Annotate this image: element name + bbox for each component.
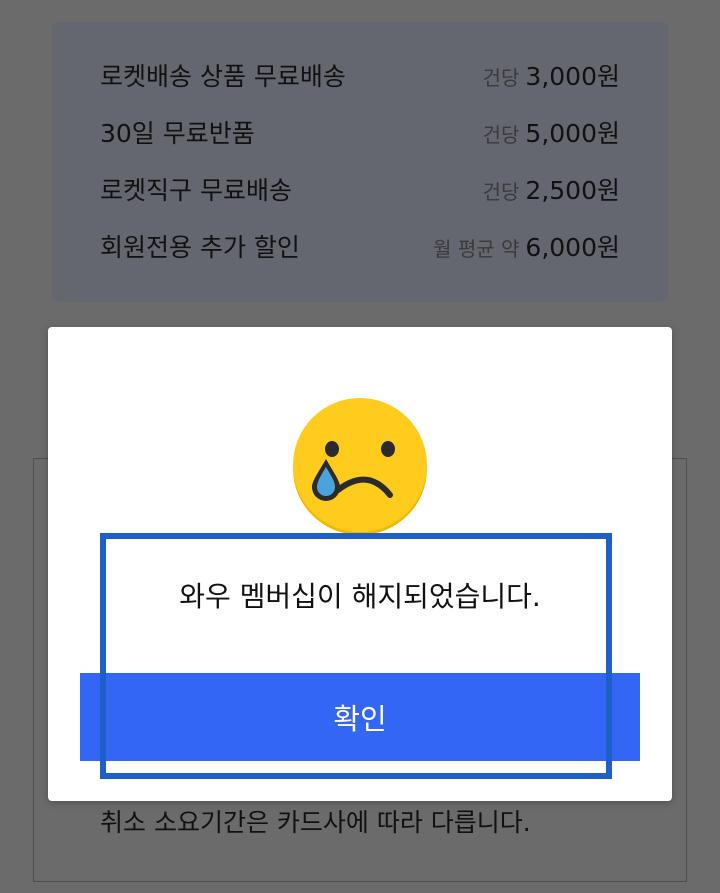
benefit-row: 30일 무료반품 건당 5,000원 xyxy=(100,112,620,152)
benefit-value: 건당 2,500원 xyxy=(483,171,620,207)
benefit-summary-card: 로켓배송 상품 무료배송 건당 3,000원 30일 무료반품 건당 5,000… xyxy=(52,22,668,302)
benefit-title: 로켓직구 무료배송 xyxy=(100,176,292,205)
benefit-value: 건당 5,000원 xyxy=(483,114,620,150)
cancellation-dialog: 와우 멤버십이 해지되었습니다. 확인 xyxy=(48,327,672,801)
benefit-row: 회원전용 추가 할인 월 평균 약 6,000원 xyxy=(100,226,620,266)
benefit-prefix: 건당 xyxy=(482,123,520,147)
dialog-message: 와우 멤버십이 해지되었습니다. xyxy=(179,580,541,613)
benefit-prefix: 월 평균 약 xyxy=(433,237,520,261)
benefit-title: 로켓배송 상품 무료배송 xyxy=(100,62,346,91)
benefit-title: 30일 무료반품 xyxy=(100,119,255,148)
benefit-value: 월 평균 약 6,000원 xyxy=(433,228,620,264)
benefit-price: 5,000원 xyxy=(525,119,620,148)
cancel-duration-note: 취소 소요기간은 카드사에 따라 다릅니다. xyxy=(100,808,531,837)
benefit-prefix: 건당 xyxy=(482,180,520,204)
benefit-price: 2,500원 xyxy=(525,176,620,205)
benefit-row: 로켓직구 무료배송 건당 2,500원 xyxy=(100,169,620,209)
confirm-button[interactable]: 확인 xyxy=(80,673,640,761)
benefit-price: 6,000원 xyxy=(525,233,620,262)
benefit-value: 건당 3,000원 xyxy=(483,57,620,93)
benefit-row: 로켓배송 상품 무료배송 건당 3,000원 xyxy=(100,55,620,95)
crying-face-icon xyxy=(290,397,430,537)
benefit-title: 회원전용 추가 할인 xyxy=(100,233,300,262)
benefit-price: 3,000원 xyxy=(525,62,620,91)
crying-face-icon-graphic xyxy=(293,398,427,535)
benefit-prefix: 건당 xyxy=(482,66,520,90)
